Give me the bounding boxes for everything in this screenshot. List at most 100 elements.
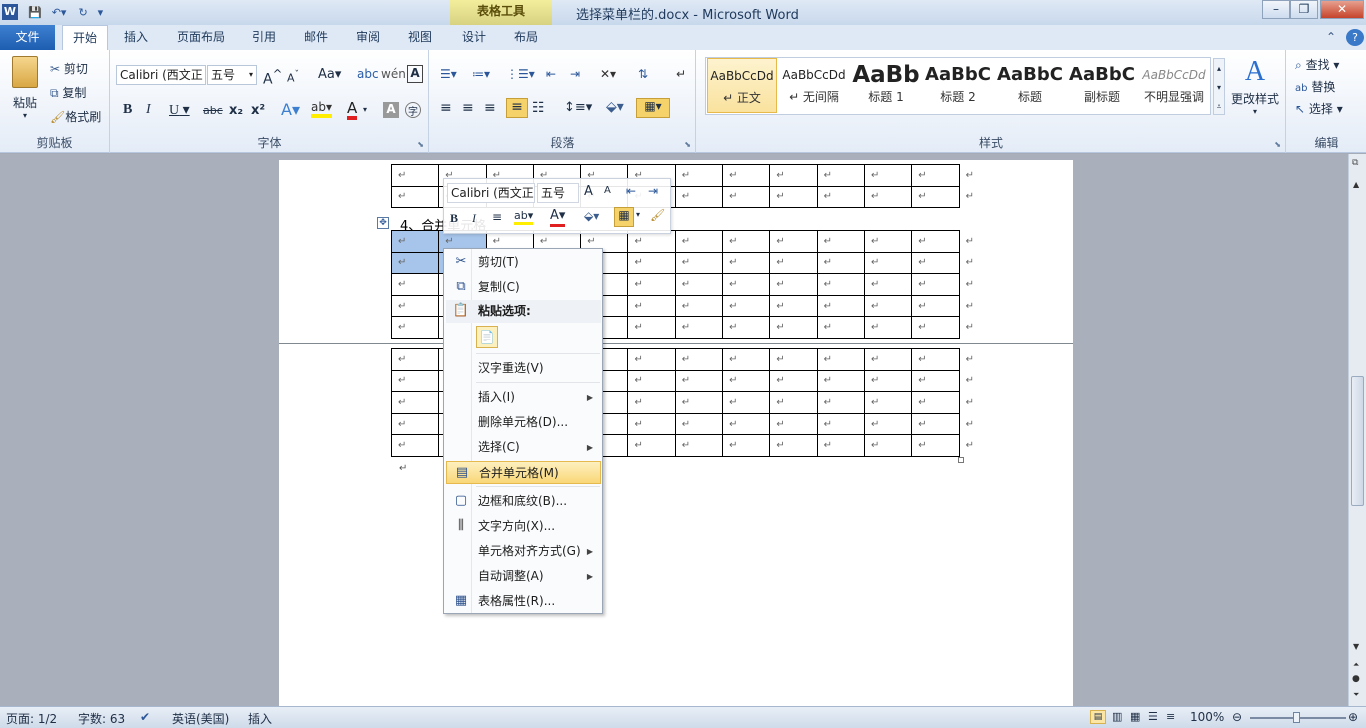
menu-item-reconvert[interactable]: 汉字重选(V) bbox=[446, 357, 601, 380]
decrease-indent-icon[interactable]: ⇤ bbox=[546, 67, 556, 81]
font-name-combo[interactable]: Calibri (西文正 bbox=[116, 65, 206, 85]
document-area[interactable]: ↵↵↵↵↵↵↵↵↵↵↵↵↵↵↵↵↵↵↵↵↵↵↵↵↵↵ ✥ 4、合并单元格 ↵↵↵… bbox=[0, 154, 1348, 706]
table-cell[interactable]: ↵ bbox=[816, 185, 865, 209]
table-cell[interactable]: ↵ bbox=[390, 348, 440, 371]
next-page-icon[interactable]: ⏷ bbox=[1353, 690, 1359, 700]
table-cell[interactable]: ↵ bbox=[769, 434, 818, 457]
mini-bold-button[interactable]: B bbox=[450, 211, 458, 226]
table-cell[interactable]: ↵ bbox=[722, 316, 771, 339]
table-cell[interactable]: ↵ bbox=[911, 412, 960, 436]
table-cell[interactable]: ↵ bbox=[674, 434, 724, 457]
shading-icon[interactable]: ⬙▾ bbox=[606, 99, 624, 115]
style-heading1[interactable]: AaBb 标题 1 bbox=[851, 58, 921, 113]
char-border-icon[interactable]: A bbox=[407, 65, 423, 83]
table-cell[interactable]: ↵ bbox=[390, 294, 440, 318]
mini-center-icon[interactable]: ≡ bbox=[492, 210, 502, 224]
bold-button[interactable]: B bbox=[123, 102, 132, 118]
customize-qat-icon[interactable]: ▾ bbox=[98, 6, 104, 19]
font-dialog-launcher-icon[interactable]: ⬊ bbox=[417, 140, 424, 149]
line-spacing-icon[interactable]: ↕≡▾ bbox=[564, 100, 592, 115]
table-cell[interactable]: ↵ bbox=[674, 369, 724, 393]
menu-item-table-properties[interactable]: ▦ 表格属性(R)... bbox=[446, 590, 601, 613]
table-cell[interactable]: ↵ bbox=[769, 412, 818, 436]
tab-layout[interactable]: 布局 bbox=[508, 25, 544, 50]
web-layout-view-icon[interactable]: ▦ bbox=[1130, 710, 1140, 723]
table-cell[interactable]: ↵ bbox=[816, 294, 865, 318]
phonetic-guide-icon[interactable]: abc bbox=[357, 67, 379, 81]
clear-format-icon[interactable]: wén bbox=[381, 67, 406, 81]
table-cell[interactable]: ↵ bbox=[863, 412, 913, 436]
table-cell[interactable]: ↵ bbox=[627, 294, 676, 318]
table-cell[interactable]: ↵ bbox=[627, 316, 676, 339]
superscript-button[interactable]: x² bbox=[251, 103, 265, 118]
underline-button[interactable]: U ▾ bbox=[169, 102, 190, 119]
table-cell[interactable]: ↵ bbox=[863, 230, 913, 253]
find-button[interactable]: ⌕ 查找 ▾ bbox=[1295, 56, 1339, 73]
table-cell[interactable]: ↵ bbox=[722, 391, 771, 414]
save-icon[interactable]: 💾 bbox=[28, 6, 42, 19]
italic-button[interactable]: I bbox=[146, 102, 151, 118]
strikethrough-button[interactable]: abc bbox=[203, 104, 223, 117]
scroll-thumb[interactable] bbox=[1351, 376, 1364, 506]
change-styles-button[interactable]: A 更改样式 ▾ bbox=[1229, 56, 1281, 116]
mini-font-color-icon[interactable]: A▾ bbox=[550, 208, 566, 227]
table-cell[interactable]: ↵ bbox=[674, 251, 724, 275]
mini-borders-dropdown-icon[interactable]: ▾ bbox=[636, 210, 640, 219]
table-resize-handle[interactable] bbox=[958, 457, 964, 463]
table-cell[interactable]: ↵ bbox=[911, 251, 960, 275]
table-cell[interactable]: ↵ bbox=[769, 251, 818, 275]
mini-format-painter-icon[interactable]: 🖌 bbox=[650, 208, 665, 222]
table-cell[interactable]: ↵ bbox=[769, 273, 818, 296]
shrink-font-icon[interactable]: Aˇ bbox=[287, 69, 299, 85]
menu-item-text-direction[interactable]: ⫼ 文字方向(X)... bbox=[446, 515, 601, 538]
grow-font-icon[interactable]: A^ bbox=[263, 67, 282, 88]
table-cell[interactable]: ↵ bbox=[863, 348, 913, 371]
table-cell[interactable]: ↵ bbox=[911, 316, 960, 339]
table-cell[interactable]: ↵ bbox=[390, 230, 440, 253]
menu-item-cell-alignment[interactable]: 单元格对齐方式(G) ▶ bbox=[446, 540, 601, 563]
table-cell[interactable]: ↵ bbox=[911, 294, 960, 318]
table-cell[interactable]: ↵ bbox=[816, 230, 865, 253]
style-heading2[interactable]: AaBbC 标题 2 bbox=[923, 58, 993, 113]
tab-page-layout[interactable]: 页面布局 bbox=[170, 25, 232, 50]
table-cell[interactable]: ↵ bbox=[627, 434, 676, 457]
table-cell[interactable]: ↵ bbox=[863, 273, 913, 296]
menu-item-autofit[interactable]: 自动调整(A) ▶ bbox=[446, 565, 601, 588]
tab-mailings[interactable]: 邮件 bbox=[298, 25, 334, 50]
table-cell[interactable]: ↵ bbox=[627, 348, 676, 371]
table-cell[interactable]: ↵ bbox=[627, 251, 676, 275]
minimize-button[interactable]: – bbox=[1262, 0, 1290, 19]
table-cell[interactable]: ↵ bbox=[722, 185, 771, 209]
table-cell[interactable]: ↵ bbox=[769, 164, 818, 187]
table-cell[interactable]: ↵ bbox=[863, 434, 913, 457]
table-cell[interactable]: ↵ bbox=[627, 369, 676, 393]
table-cell[interactable]: ↵ bbox=[674, 273, 724, 296]
table-cell[interactable]: ↵ bbox=[627, 391, 676, 414]
font-color-dropdown-icon[interactable]: ▾ bbox=[363, 105, 367, 114]
increase-indent-icon[interactable]: ⇥ bbox=[570, 67, 580, 81]
mini-increase-indent-icon[interactable]: ⇥ bbox=[648, 184, 658, 198]
text-effects-icon[interactable]: A▾ bbox=[281, 100, 300, 119]
table-cell[interactable]: ↵ bbox=[863, 185, 913, 209]
table-cell[interactable]: ↵ bbox=[816, 391, 865, 414]
select-button[interactable]: ↖ 选择 ▾ bbox=[1295, 100, 1343, 117]
distributed-icon[interactable]: ☷ bbox=[532, 100, 545, 116]
table-cell[interactable]: ↵ bbox=[816, 434, 865, 457]
table-cell[interactable]: ↵ bbox=[674, 391, 724, 414]
zoom-in-icon[interactable]: ⊕ bbox=[1348, 710, 1358, 724]
previous-page-icon[interactable]: ⏶ bbox=[1353, 660, 1359, 670]
table-cell[interactable]: ↵ bbox=[390, 185, 440, 209]
mini-grow-font-icon[interactable]: A bbox=[584, 184, 593, 199]
redo-icon[interactable]: ↻ bbox=[78, 6, 87, 19]
table-cell[interactable]: ↵ bbox=[722, 273, 771, 296]
outline-view-icon[interactable]: ☰ bbox=[1148, 710, 1158, 723]
mini-borders-icon[interactable]: ▦ bbox=[614, 207, 634, 227]
table-cell[interactable]: ↵ bbox=[816, 412, 865, 436]
zoom-out-icon[interactable]: ⊖ bbox=[1232, 710, 1242, 724]
style-no-spacing[interactable]: AaBbCcDd ↵ 无间隔 bbox=[779, 58, 849, 113]
table-cell[interactable]: ↵ bbox=[674, 185, 724, 209]
justify-icon[interactable]: ≡ bbox=[506, 98, 528, 118]
tab-home[interactable]: 开始 bbox=[62, 25, 108, 50]
sort-icon[interactable]: ⇅ bbox=[638, 67, 648, 81]
change-case-button[interactable]: Aa▾ bbox=[318, 67, 341, 82]
